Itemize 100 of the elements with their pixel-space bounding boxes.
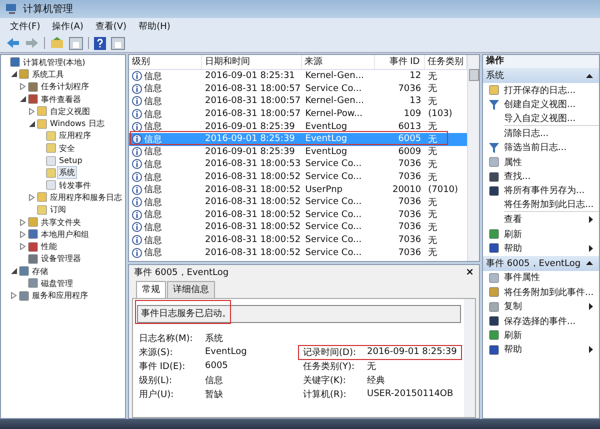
tree-item[interactable]: 服务和应用程序	[31, 290, 89, 302]
collapsed-arrow-icon[interactable]	[11, 292, 17, 300]
action-item[interactable]: 保存选择的事件...	[504, 314, 599, 328]
column-header[interactable]: 来源	[302, 55, 375, 69]
column-header[interactable]: 日期和时间	[202, 55, 302, 69]
table-cell-text: Service Co...	[304, 197, 363, 208]
table-cell-text: 信息	[144, 222, 162, 234]
action-item[interactable]: 帮助	[504, 343, 584, 356]
action-item[interactable]: 刷新	[504, 228, 599, 241]
back-arrow-icon[interactable]	[6, 37, 20, 49]
tree-item[interactable]: 事件查看器	[40, 94, 82, 105]
info-icon	[132, 222, 142, 232]
table-cell-text: 2016-08-31 18:00:57	[204, 109, 302, 120]
expanded-arrow-icon[interactable]	[29, 120, 35, 127]
close-button[interactable]: ×	[466, 266, 474, 278]
collapse-arrow-icon[interactable]	[586, 261, 593, 266]
window-icon[interactable]	[69, 36, 83, 50]
tree-item[interactable]: 磁盘管理	[40, 278, 74, 289]
tree-item[interactable]: 共享文件夹	[40, 216, 82, 228]
action-item[interactable]: 事件属性	[504, 271, 599, 284]
help-icon[interactable]	[94, 36, 106, 50]
collapsed-arrow-icon[interactable]	[29, 108, 35, 115]
section-header[interactable]: 系统	[483, 68, 599, 83]
event-row[interactable]: 信息 2016-09-01 8:25:39 EventLog 6009 无	[129, 146, 467, 158]
menu-item[interactable]: 帮助(H)	[138, 20, 170, 32]
menu-item[interactable]: 文件(F)	[10, 20, 40, 32]
action-item[interactable]: 打开保存的日志...	[504, 84, 599, 97]
tree-item[interactable]: 设备管理器	[40, 253, 82, 264]
action-item[interactable]: 将所有事件另存为...	[504, 184, 599, 198]
menu-item[interactable]: 查看(V)	[95, 20, 127, 32]
field-value: 系统	[205, 332, 224, 344]
column-header[interactable]: 事件 ID	[374, 55, 425, 69]
action-item[interactable]: 复制	[504, 300, 584, 314]
action-item[interactable]: 导入自定义视图...	[504, 112, 599, 126]
collapsed-arrow-icon[interactable]	[29, 194, 35, 201]
table-cell-text: 无	[427, 234, 438, 247]
event-row[interactable]: 信息 2016-09-01 8:25:39 EventLog 6013 无	[129, 120, 467, 133]
collapsed-arrow-icon[interactable]	[20, 230, 26, 238]
action-item[interactable]: 筛选当前日志...	[504, 141, 599, 154]
event-row[interactable]: 信息 2016-08-31 18:00:52 Service Co... 7036 无	[129, 170, 467, 184]
tree-item[interactable]: 系统工具	[31, 68, 65, 80]
column-header[interactable]: 级别	[129, 55, 202, 69]
tree-item[interactable]: 自定义视图	[49, 106, 91, 117]
table-cell-text: Service Co...	[304, 222, 363, 232]
action-item[interactable]: 查找...	[504, 170, 599, 184]
tree-item[interactable]: 性能	[40, 241, 58, 252]
table-cell-text: 2016-08-31 18:00:52	[204, 235, 302, 246]
tree-item[interactable]: 应用程序和服务日志	[49, 192, 123, 203]
action-item[interactable]: 清除日志...	[504, 126, 599, 140]
collapsed-arrow-icon[interactable]	[20, 243, 26, 250]
action-item[interactable]: 查看	[504, 213, 584, 226]
tree-item[interactable]: 安全	[58, 142, 76, 154]
forward-arrow-icon[interactable]	[25, 37, 39, 49]
tree-item[interactable]: 转发事件	[58, 180, 92, 191]
event-row[interactable]: 信息 2016-08-31 18:00:52 Service Co... 7036 无	[129, 221, 467, 234]
section-header[interactable]: 事件 6005，EventLog	[483, 256, 599, 271]
tab[interactable]: 常规	[136, 281, 166, 299]
action-item[interactable]: 创建自定义视图...	[504, 98, 599, 112]
action-item[interactable]: 属性	[504, 156, 599, 169]
event-row[interactable]: 信息 2016-08-31 18:00:57 Kernel-Pow... 109 (103)	[129, 108, 467, 120]
event-row[interactable]: 信息 2016-08-31 18:00:52 Service Co... 7036 无	[129, 246, 467, 259]
menu-item[interactable]: 操作(A)	[52, 20, 84, 32]
event-row[interactable]: 信息 2016-08-31 18:00:53 Service Co... 7036 无	[129, 158, 467, 171]
tree-item[interactable]: 系统	[58, 167, 76, 178]
tree-item[interactable]: 本地用户和组	[40, 228, 90, 240]
event-row[interactable]: 信息 2016-08-31 18:00:57 Kernel-Gen... 13 无	[129, 95, 467, 108]
scrollbar[interactable]	[464, 299, 475, 417]
expanded-arrow-icon[interactable]	[11, 71, 17, 78]
action-item[interactable]: 将任务附加到此事件...	[504, 286, 599, 299]
event-row[interactable]: 信息 2016-09-01 8:25:31 Kernel-Gen... 12 无	[129, 70, 467, 83]
tree-item[interactable]: 计算机管理(本地)	[22, 56, 86, 68]
collapse-arrow-icon[interactable]	[586, 74, 593, 78]
field-label: 级别(L):	[138, 374, 174, 386]
table-cell-text: 无	[427, 172, 438, 184]
table-cell-text: 无	[427, 158, 438, 171]
event-row[interactable]: 信息 2016-08-31 18:00:52 Service Co... 7036 无	[129, 196, 467, 209]
event-row[interactable]: 信息 2016-08-31 18:00:52 Service Co... 7036 无	[129, 234, 467, 246]
collapsed-arrow-icon[interactable]	[20, 218, 26, 226]
tab[interactable]: 详细信息	[167, 281, 215, 298]
event-row[interactable]: 信息 2016-08-31 18:00:52 Service Co... 7036 无	[129, 208, 467, 222]
collapsed-arrow-icon[interactable]	[20, 83, 26, 90]
event-row[interactable]: 信息 2016-08-31 18:00:52 UserPnp 20010 (7010)	[129, 183, 467, 196]
tree-item[interactable]: 任务计划程序	[40, 81, 90, 92]
tree-item[interactable]: 应用程序	[58, 130, 92, 142]
tree-item[interactable]: Windows 日志	[49, 118, 106, 130]
action-item[interactable]: 刷新	[504, 328, 599, 342]
field-label: 日志名称(M):	[138, 332, 194, 344]
scrollbar[interactable]	[467, 55, 479, 261]
tree-item[interactable]: 订阅	[49, 204, 67, 216]
table-cell-text: 无	[427, 146, 438, 158]
action-item[interactable]: 帮助	[504, 242, 584, 255]
expanded-arrow-icon[interactable]	[11, 268, 17, 274]
tree-item[interactable]: 存储	[31, 266, 49, 277]
tree-item[interactable]: Setup	[58, 155, 84, 166]
field-label: 事件 ID(E):	[138, 360, 186, 372]
action-item[interactable]: 将任务附加到此日志...	[504, 198, 599, 212]
folder-icon[interactable]	[50, 37, 64, 49]
expanded-arrow-icon[interactable]	[20, 96, 26, 102]
panel-icon[interactable]	[111, 36, 125, 50]
event-row[interactable]: 信息 2016-08-31 18:00:57 Service Co... 7036 无	[129, 82, 467, 96]
